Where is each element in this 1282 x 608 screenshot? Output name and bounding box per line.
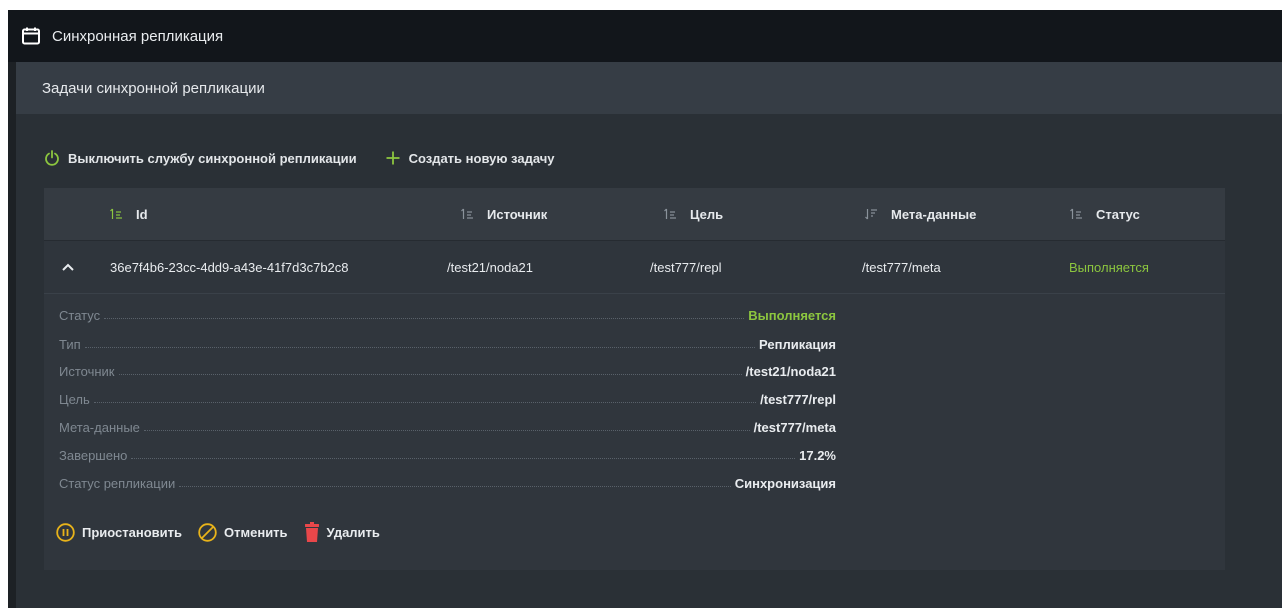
column-label: Мета-данные: [891, 206, 977, 222]
column-label: Цель: [690, 206, 724, 222]
dotted-leader: [131, 458, 796, 459]
trash-icon: [304, 522, 319, 542]
panel-header: Задачи синхронной репликации: [16, 62, 1282, 114]
chevron-up-icon: [62, 263, 74, 271]
toolbar: Выключить службу синхронной репликации С…: [44, 144, 555, 172]
detail-value: /test777/meta: [753, 420, 836, 435]
detail-value: Репликация: [759, 337, 836, 352]
cancel-label: Отменить: [224, 524, 288, 540]
sort-icon: [1070, 208, 1082, 219]
disable-service-label: Выключить службу синхронной репликации: [68, 150, 357, 166]
create-task-button[interactable]: Создать новую задачу: [385, 150, 555, 166]
detail-value: /test777/repl: [760, 392, 836, 407]
delete-button[interactable]: Удалить: [304, 522, 380, 542]
collapse-row-button[interactable]: [62, 241, 74, 293]
dotted-leader: [179, 486, 731, 487]
detail-label: Мета-данные: [59, 420, 140, 435]
title-bar: Синхронная репликация: [8, 10, 1282, 62]
dotted-leader: [84, 347, 756, 348]
column-header-metadata[interactable]: Мета-данные: [865, 188, 976, 240]
cell-id: 36e7f4b6-23cc-4dd9-a43e-41f7d3c7b2c8: [110, 259, 349, 275]
detail-value: /test21/noda21: [745, 364, 836, 379]
dotted-leader: [143, 430, 750, 431]
cell-metadata: /test777/meta: [862, 259, 941, 275]
detail-completed: Завершено 17.2%: [59, 442, 836, 463]
detail-value: 17.2%: [799, 448, 836, 463]
cell-target: /test777/repl: [650, 259, 722, 275]
detail-metadata: Мета-данные /test777/meta: [59, 414, 836, 435]
app-window: Синхронная репликация Задачи синхронной …: [8, 10, 1282, 608]
cell-status: Выполняется: [1069, 259, 1149, 275]
detail-target: Цель /test777/repl: [59, 386, 836, 407]
cancel-button[interactable]: Отменить: [198, 522, 288, 542]
sort-asc-icon: [110, 208, 122, 219]
detail-type: Тип Репликация: [59, 331, 836, 352]
column-label: Источник: [487, 206, 548, 222]
detail-replication-status: Статус репликации Синхронизация: [59, 470, 836, 491]
sort-desc-icon: [865, 209, 877, 220]
power-icon: [45, 150, 59, 166]
disable-service-button[interactable]: Выключить службу синхронной репликации: [44, 150, 357, 166]
task-actions: Приостановить Отменить Удалить: [56, 520, 380, 544]
detail-value: Выполняется: [748, 308, 836, 323]
dotted-leader: [93, 402, 757, 403]
detail-source: Источник /test21/noda21: [59, 358, 836, 379]
column-header-id[interactable]: Id: [110, 188, 148, 240]
window-title: Синхронная репликация: [52, 27, 224, 45]
panel-title: Задачи синхронной репликации: [42, 79, 265, 97]
column-label: Id: [136, 206, 148, 222]
cancel-icon: [198, 522, 217, 542]
table-header: Id Источник Цель Мета-данные Статус: [44, 188, 1225, 240]
detail-label: Источник: [59, 364, 115, 379]
replication-tasks-panel: Задачи синхронной репликации Выключить с…: [16, 62, 1282, 608]
detail-label: Статус репликации: [59, 476, 176, 491]
table-row[interactable]: 36e7f4b6-23cc-4dd9-a43e-41f7d3c7b2c8 /te…: [44, 240, 1225, 293]
sort-icon: [664, 208, 676, 219]
delete-label: Удалить: [326, 524, 380, 540]
dotted-leader: [118, 374, 742, 375]
row-details: Статус Выполняется Тип Репликация Источн…: [44, 293, 1225, 570]
sort-icon: [461, 208, 473, 219]
calendar-icon: [22, 27, 40, 45]
plus-icon: [386, 151, 400, 165]
tasks-table: Id Источник Цель Мета-данные Статус 36e7…: [44, 188, 1225, 570]
pause-icon: [56, 522, 75, 542]
column-label: Статус: [1096, 206, 1140, 222]
detail-value: Синхронизация: [734, 476, 836, 491]
dotted-leader: [104, 318, 745, 319]
detail-label: Статус: [59, 308, 101, 323]
column-header-target[interactable]: Цель: [664, 188, 723, 240]
pause-label: Приостановить: [82, 524, 183, 540]
detail-label: Цель: [59, 392, 90, 407]
detail-label: Тип: [59, 337, 81, 352]
create-task-label: Создать новую задачу: [408, 150, 555, 166]
detail-label: Завершено: [59, 448, 128, 463]
cell-source: /test21/noda21: [447, 259, 534, 275]
pause-button[interactable]: Приостановить: [56, 522, 183, 542]
detail-status: Статус Выполняется: [59, 302, 836, 323]
column-header-status[interactable]: Статус: [1070, 188, 1140, 240]
column-header-source[interactable]: Источник: [461, 188, 547, 240]
